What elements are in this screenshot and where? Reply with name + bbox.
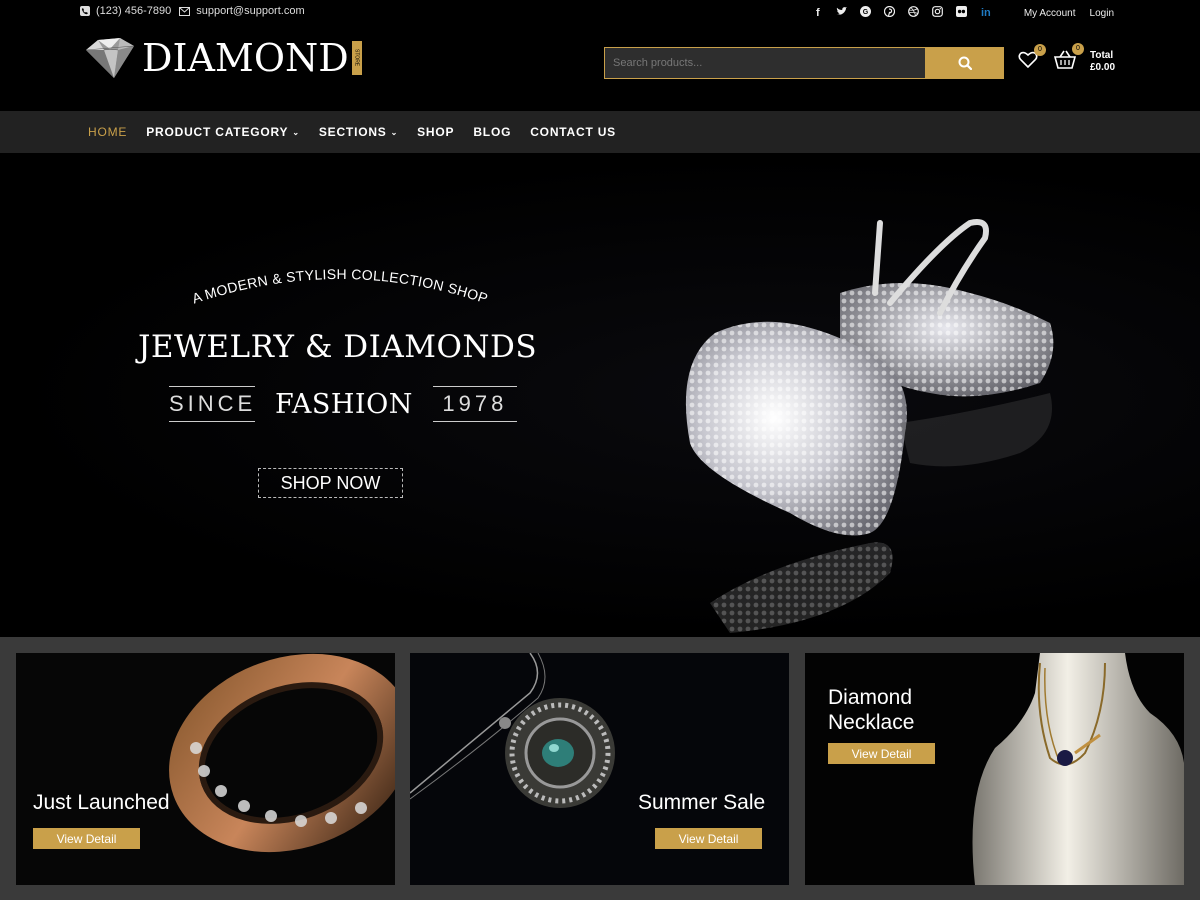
search-input[interactable] xyxy=(604,47,925,79)
top-right: f G in My Account Login xyxy=(806,5,1114,20)
nav-item-shop[interactable]: SHOP xyxy=(417,125,454,139)
hero-fashion-text: FASHION xyxy=(275,388,413,420)
product-search xyxy=(604,47,1004,79)
cart-total[interactable]: Total £0.00 xyxy=(1090,50,1115,74)
my-account-link[interactable]: My Account xyxy=(1024,8,1076,19)
hero-title: JEWELRY & DIAMONDS xyxy=(138,329,538,365)
diamond-earring-image xyxy=(685,219,1054,633)
nav-shop-label: SHOP xyxy=(417,125,455,139)
wishlist-count-badge: 0 xyxy=(1034,43,1046,56)
view-detail-button[interactable]: View Detail xyxy=(828,743,935,764)
twitter-icon[interactable] xyxy=(830,7,854,19)
phone-contact[interactable]: (123) 456-7890 xyxy=(80,5,171,17)
nav-item-home[interactable]: HOME xyxy=(88,125,127,139)
promo-banner-summer-sale[interactable]: Summer Sale View Detail xyxy=(410,653,789,885)
email-address: support@support.com xyxy=(196,5,305,17)
svg-text:A MODERN & STYLISH COLLECTION: A MODERN & STYLISH COLLECTION SHOP xyxy=(190,266,490,306)
view-detail-button[interactable]: View Detail xyxy=(33,828,140,849)
google-plus-icon[interactable]: G xyxy=(854,6,878,20)
search-icon xyxy=(958,56,972,70)
banner-title-line-1: Diamond xyxy=(828,686,913,709)
nav-home-label: HOME xyxy=(88,125,128,139)
svg-text:G: G xyxy=(863,9,869,16)
login-link[interactable]: Login xyxy=(1090,8,1114,19)
banner-title: Summer Sale xyxy=(638,791,766,814)
hero-slider: A MODERN & STYLISH COLLECTION SHOP JEWEL… xyxy=(0,153,1200,637)
logo-text: DIAMOND xyxy=(142,36,349,80)
dribbble-icon[interactable] xyxy=(902,6,926,20)
promo-banner-diamond-necklace[interactable]: Diamond Necklace View Detail xyxy=(805,653,1184,885)
nav-product-category-label: PRODUCT CATEGORY xyxy=(146,125,289,139)
nav-item-blog[interactable]: BLOG xyxy=(473,125,511,139)
cart-total-value: £0.00 xyxy=(1090,62,1116,73)
cart-total-label: Total xyxy=(1090,50,1114,61)
banner-title: Just Launched xyxy=(33,791,170,814)
hero-since-text: SINCE xyxy=(169,386,255,422)
header-icons: 0 0 Total £0.00 xyxy=(1018,43,1115,74)
view-detail-button[interactable]: View Detail xyxy=(655,828,762,849)
ring-image xyxy=(16,653,395,885)
nav-item-contact-us[interactable]: CONTACT US xyxy=(530,125,616,139)
email-contact[interactable]: support@support.com xyxy=(179,5,305,17)
nav-sections-label: SECTIONS xyxy=(318,125,387,139)
nav-item-sections[interactable]: SECTIONS ⌄ xyxy=(319,125,398,139)
main-navigation: HOME PRODUCT CATEGORY ⌄ SECTIONS ⌄ SHOP BL… xyxy=(0,111,1200,153)
facebook-icon[interactable]: f xyxy=(806,7,830,19)
hero-since-row: SINCE FASHION 1978 xyxy=(169,386,517,422)
search-button[interactable] xyxy=(925,47,1004,79)
nav-item-product-category[interactable]: PRODUCT CATEGORY ⌄ xyxy=(146,125,300,139)
phone-number: (123) 456-7890 xyxy=(96,5,172,17)
promo-banner-just-launched[interactable]: Just Launched View Detail xyxy=(16,653,395,885)
chevron-down-icon: ⌄ xyxy=(390,127,399,137)
pinterest-icon[interactable] xyxy=(878,5,902,20)
envelope-icon xyxy=(179,6,191,16)
top-bar: (123) 456-7890 support@support.com f G i… xyxy=(0,0,1200,28)
site-header: DIAMOND STORE 0 0 Total £0.00 xyxy=(0,28,1200,111)
phone-icon xyxy=(80,6,90,16)
hero-year-text: 1978 xyxy=(432,386,517,422)
social-links: f G in xyxy=(806,5,998,20)
site-logo[interactable]: DIAMOND STORE xyxy=(80,36,362,80)
flickr-icon[interactable] xyxy=(950,6,974,20)
promo-banners: Just Launched View Detail Summer Sale Vi… xyxy=(0,637,1200,900)
cart-count-badge: 0 xyxy=(1072,43,1084,55)
hero-arc-tagline: A MODERN & STYLISH COLLECTION SHOP xyxy=(190,266,490,306)
banner-title-line-2: Necklace xyxy=(828,711,915,734)
pendant-image xyxy=(410,653,789,885)
nav-blog-label: BLOG xyxy=(473,125,512,139)
nav-contact-us-label: CONTACT US xyxy=(530,125,616,139)
shop-now-button[interactable]: SHOP NOW xyxy=(258,468,403,498)
linkedin-icon[interactable]: in xyxy=(974,7,998,19)
instagram-icon[interactable] xyxy=(926,6,950,20)
chevron-down-icon: ⌄ xyxy=(292,127,300,137)
banner-title: Diamond Necklace xyxy=(828,685,914,735)
diamond-logo-icon xyxy=(85,38,135,78)
logo-store-tag: STORE xyxy=(351,41,362,75)
wishlist-button[interactable]: 0 xyxy=(1018,43,1046,74)
cart-button[interactable]: 0 xyxy=(1053,43,1084,74)
contact-info: (123) 456-7890 support@support.com xyxy=(80,5,313,17)
